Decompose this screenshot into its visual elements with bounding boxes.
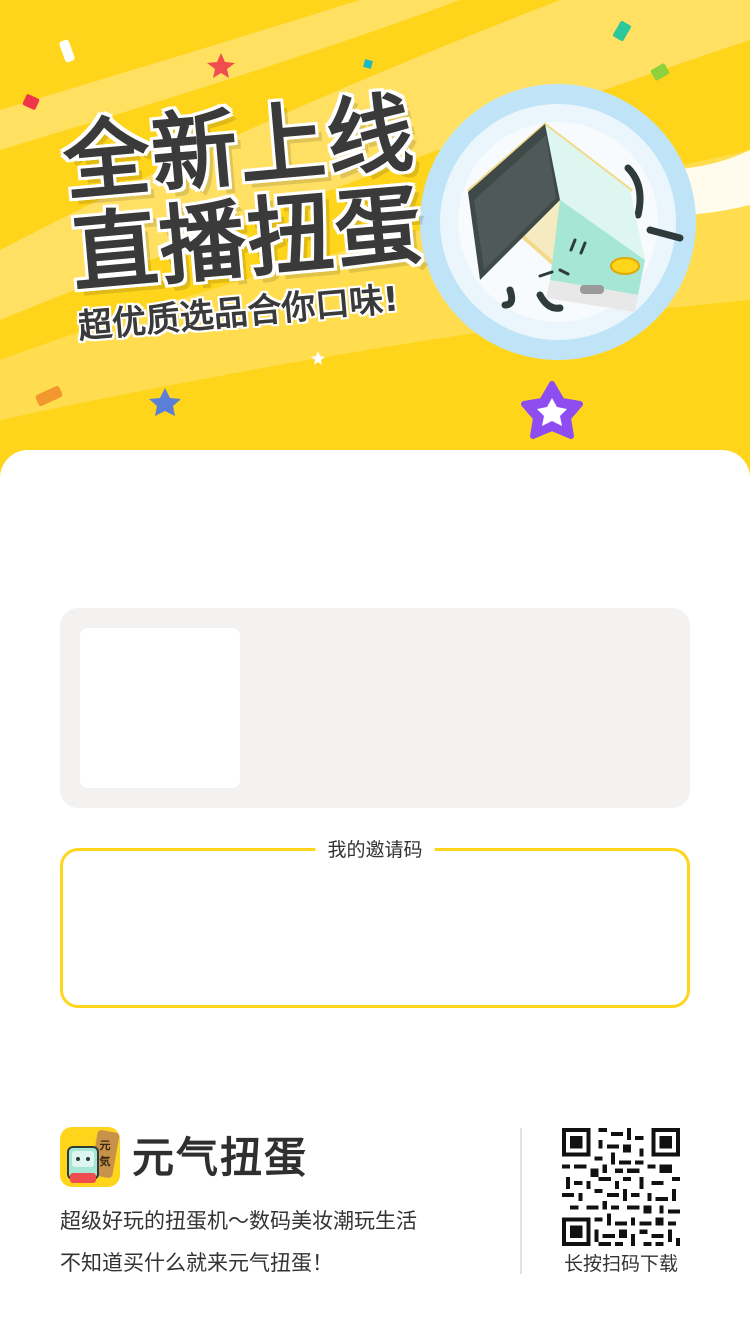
slogan-line-1: 超级好玩的扭蛋机～数码美妆潮玩生活 [60,1209,417,1233]
slogan-line-2: 不知道买什么就来元气扭蛋！ [60,1251,333,1275]
app-icon-text-2: 気 [100,1154,111,1168]
brand-name: 元气扭蛋 [132,1133,309,1182]
goods-thumbnail [80,628,240,788]
qr-caption: 长按扫码下载 [563,1253,678,1275]
invite-code-label: 我的邀请码 [315,838,435,862]
tv-box-mascot-icon [420,84,696,360]
hero-headline: 全新上线 直播扭蛋 超优质选品合你口味! [60,83,431,349]
app-icon-text-1: 元 [100,1139,111,1152]
footer-divider [520,1128,522,1274]
qr-code-icon[interactable] [562,1128,680,1246]
yuanqi-app-icon: 元 気 [60,1127,120,1187]
hero-banner: 全新上线 直播扭蛋 超优质选品合你口味! [0,0,750,500]
goods-preview-box [60,608,690,808]
invite-code-box[interactable]: 我的邀请码 [60,838,690,1008]
